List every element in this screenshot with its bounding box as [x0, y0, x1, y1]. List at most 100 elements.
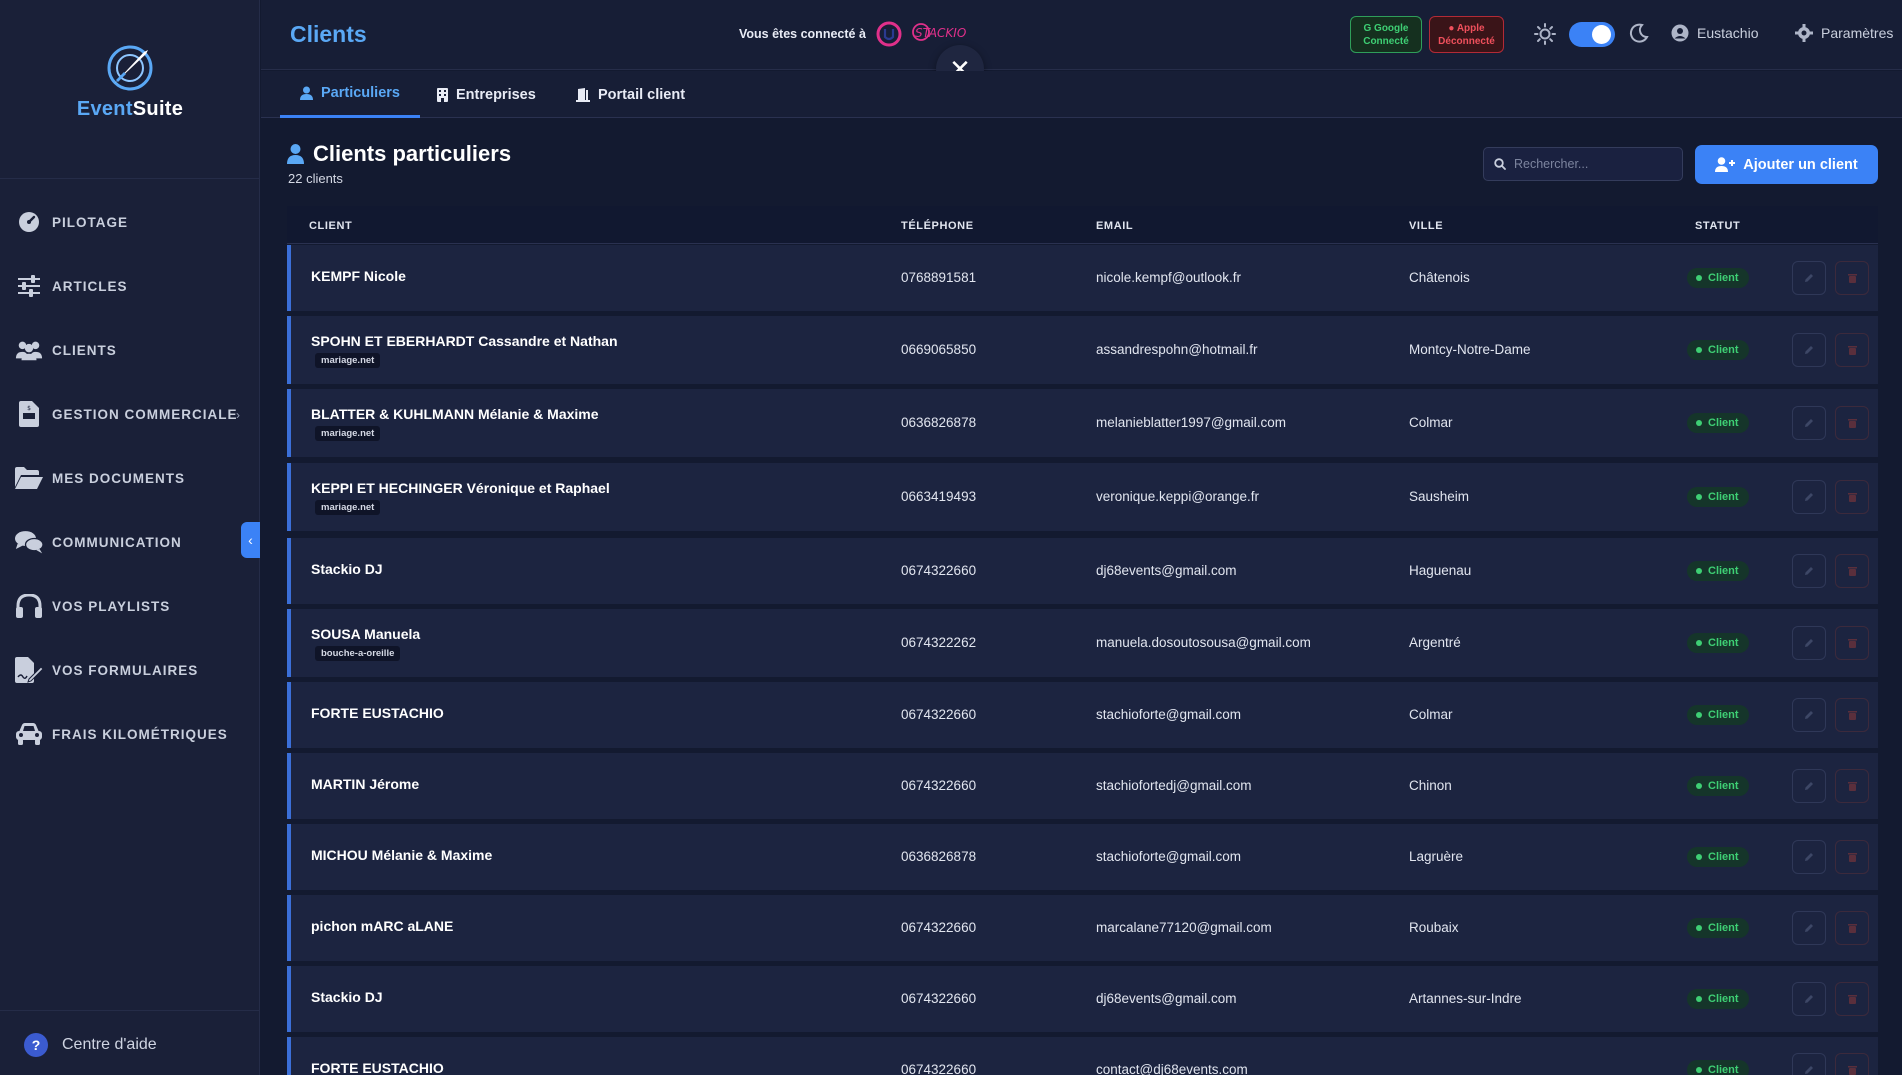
sidebar-item-gestion-commerciale[interactable]: $ GESTION COMMERCIALE ›: [0, 382, 260, 446]
delete-button[interactable]: [1835, 480, 1869, 514]
search-input[interactable]: [1514, 157, 1674, 171]
sidebar-item-clients[interactable]: CLIENTS: [0, 318, 260, 382]
delete-button[interactable]: [1835, 698, 1869, 732]
apple-status: Déconnecté: [1438, 36, 1495, 47]
client-phone: 0674322660: [901, 991, 977, 1006]
status-dot-icon: [1696, 420, 1702, 426]
client-email: dj68events@gmail.com: [1096, 563, 1237, 578]
client-phone: 0768891581: [901, 270, 977, 285]
status-badge: Client: [1687, 989, 1749, 1009]
delete-button[interactable]: [1835, 333, 1869, 367]
sidebar-collapse-button[interactable]: ‹: [241, 522, 260, 558]
status-dot-icon: [1696, 494, 1702, 500]
tab-particuliers[interactable]: Particuliers: [280, 71, 420, 118]
client-city: Colmar: [1409, 415, 1453, 430]
sidebar-item-pilotage[interactable]: PILOTAGE: [0, 190, 260, 254]
theme-toggle[interactable]: [1569, 22, 1615, 47]
edit-button[interactable]: [1792, 1053, 1826, 1075]
tab-entreprises[interactable]: Entreprises: [437, 71, 536, 118]
edit-button[interactable]: [1792, 626, 1826, 660]
table-row[interactable]: FORTE EUSTACHIO 0674322660 contact@dj68eve…: [287, 1037, 1878, 1075]
edit-button[interactable]: [1792, 840, 1826, 874]
google-calendar-button[interactable]: G Google Connecté: [1350, 16, 1422, 53]
headphones-icon: [15, 593, 43, 619]
edit-button[interactable]: [1792, 554, 1826, 588]
app-logo[interactable]: EventSuite: [0, 40, 260, 140]
delete-button[interactable]: [1835, 769, 1869, 803]
client-name: pichon mARC aLANE: [311, 918, 454, 934]
pencil-icon: [1805, 346, 1813, 354]
delete-button[interactable]: [1835, 554, 1869, 588]
status-badge: Client: [1687, 413, 1749, 433]
edit-button[interactable]: [1792, 406, 1826, 440]
sidebar-item-vos-formulaires[interactable]: VOS FORMULAIRES: [0, 638, 260, 702]
table-row[interactable]: Stackio DJ 0674322660 dj68events@gmail.com…: [287, 966, 1878, 1032]
edit-button[interactable]: [1792, 480, 1826, 514]
column-header-statut: STATUT: [1695, 220, 1741, 232]
table-row[interactable]: KEPPI ET HECHINGER Véronique et Raphael m…: [287, 463, 1878, 531]
edit-button[interactable]: [1792, 911, 1826, 945]
pencil-icon: [1805, 711, 1813, 719]
sidebar-item-label: PILOTAGE: [52, 214, 129, 230]
sidebar-item-frais-kilometriques[interactable]: FRAIS KILOMÉTRIQUES: [0, 702, 260, 766]
client-city: Sausheim: [1409, 489, 1470, 504]
source-tag: mariage.net: [315, 353, 381, 368]
user-menu[interactable]: Eustachio: [1671, 24, 1758, 42]
apple-calendar-button[interactable]: ● Apple Déconnecté: [1429, 16, 1504, 53]
table-row[interactable]: SOUSA Manuela bouche-a-oreille 0674322262 m…: [287, 609, 1878, 677]
edit-button[interactable]: [1792, 982, 1826, 1016]
client-name: Stackio DJ: [311, 561, 383, 577]
sidebar-item-mes-documents[interactable]: MES DOCUMENTS: [0, 446, 260, 510]
settings-button[interactable]: Paramètres: [1795, 24, 1893, 42]
delete-button[interactable]: [1835, 261, 1869, 295]
table-row[interactable]: KEMPF Nicole 0768891581 nicole.kempf@outlo…: [287, 245, 1878, 311]
delete-button[interactable]: [1835, 840, 1869, 874]
table-row[interactable]: FORTE EUSTACHIO 0674322660 stachioforte@gm…: [287, 682, 1878, 748]
table-row[interactable]: SPOHN ET EBERHARDT Cassandre et Nathan ma…: [287, 316, 1878, 384]
table-row[interactable]: MARTIN Jérome 0674322660 stachiofortedj@gm…: [287, 753, 1878, 819]
edit-button[interactable]: [1792, 333, 1826, 367]
help-center-link[interactable]: ? Centre d'aide: [24, 1033, 157, 1057]
trash-icon: [1847, 782, 1857, 791]
settings-label: Paramètres: [1821, 25, 1894, 41]
status-badge: Client: [1687, 847, 1749, 867]
edit-button[interactable]: [1792, 698, 1826, 732]
sun-icon[interactable]: [1534, 23, 1556, 45]
table-row[interactable]: Stackio DJ 0674322660 dj68events@gmail.com…: [287, 538, 1878, 604]
partner-logo-text: STACKIO: [915, 26, 966, 40]
search-box[interactable]: [1483, 147, 1683, 181]
delete-button[interactable]: [1835, 406, 1869, 440]
sidebar-item-communication[interactable]: COMMUNICATION: [0, 510, 260, 574]
sidebar-item-label: VOS FORMULAIRES: [52, 662, 199, 678]
sidebar-item-vos-playlists[interactable]: VOS PLAYLISTS: [0, 574, 260, 638]
client-phone: 0674322660: [901, 920, 977, 935]
tab-portail-client[interactable]: Portail client: [576, 71, 685, 118]
edit-button[interactable]: [1792, 261, 1826, 295]
table-row[interactable]: BLATTER & KUHLMANN Mélanie & Maxime maria…: [287, 389, 1878, 457]
delete-button[interactable]: [1835, 1053, 1869, 1075]
question-icon: ?: [24, 1033, 48, 1057]
client-email: assandrespohn@hotmail.fr: [1096, 342, 1258, 357]
delete-button[interactable]: [1835, 911, 1869, 945]
sidebar-item-articles[interactable]: ARTICLES: [0, 254, 260, 318]
table-row[interactable]: pichon mARC aLANE 0674322660 marcalane7712…: [287, 895, 1878, 961]
file-signature-icon: [15, 657, 43, 683]
sidebar-item-label: CLIENTS: [52, 342, 117, 358]
delete-button[interactable]: [1835, 626, 1869, 660]
table-row[interactable]: MICHOU Mélanie & Maxime 0636826878 stachio…: [287, 824, 1878, 890]
status-badge: Client: [1687, 487, 1749, 507]
client-email: manuela.dosoutosousa@gmail.com: [1096, 635, 1311, 650]
client-email: stachioforte@gmail.com: [1096, 707, 1242, 722]
status-label: Client: [1708, 1064, 1739, 1075]
column-header-ville: VILLE: [1409, 220, 1444, 232]
section-title-text: Clients particuliers: [313, 141, 512, 166]
status-label: Client: [1708, 272, 1739, 284]
delete-button[interactable]: [1835, 982, 1869, 1016]
sidebar-item-label: FRAIS KILOMÉTRIQUES: [52, 726, 228, 742]
trash-icon: [1847, 346, 1857, 355]
status-label: Client: [1708, 565, 1739, 577]
moon-icon[interactable]: [1628, 22, 1650, 44]
google-name: Google: [1374, 23, 1409, 34]
edit-button[interactable]: [1792, 769, 1826, 803]
add-client-button[interactable]: Ajouter un client: [1695, 145, 1878, 184]
